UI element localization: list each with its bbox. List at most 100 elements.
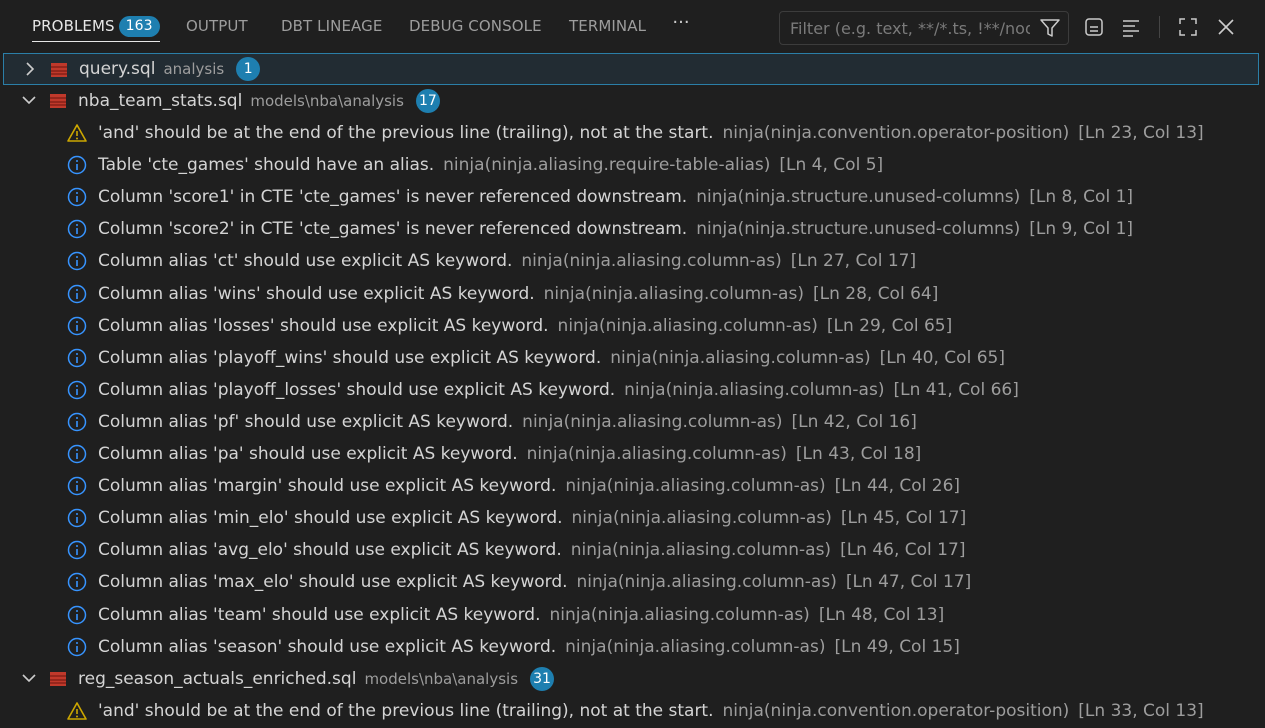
- file-label: nba_team_stats.sql models\nba\analysis 17: [78, 89, 440, 113]
- file-path: models\nba\analysis: [364, 670, 519, 688]
- tab-debug-console-label: DEBUG CONSOLE: [409, 17, 542, 35]
- problem-message: Column alias 'min_elo' should use explic…: [98, 508, 563, 529]
- problem-row[interactable]: Table 'cte_games' should have an alias. n…: [0, 149, 1265, 181]
- info-icon: [67, 348, 87, 368]
- tab-dbt-lineage-label: DBT LINEAGE: [281, 17, 383, 35]
- problem-text: 'and' should be at the end of the previo…: [98, 123, 1204, 143]
- file-row-query-sql[interactable]: query.sql analysis 1: [3, 53, 1259, 85]
- view-as-list-icon[interactable]: [1119, 15, 1143, 39]
- problem-row[interactable]: Column alias 'season' should use explici…: [0, 631, 1265, 663]
- problem-row[interactable]: Column alias 'margin' should use explici…: [0, 470, 1265, 502]
- file-path: models\nba\analysis: [250, 92, 404, 110]
- tab-output-label: OUTPUT: [186, 17, 248, 35]
- problem-row[interactable]: Column alias 'wins' should use explicit …: [0, 278, 1265, 310]
- database-file-icon: [49, 60, 69, 80]
- problem-location: [Ln 44, Col 26]: [834, 476, 961, 497]
- chevron-down-icon[interactable]: [21, 92, 37, 108]
- problem-location: [Ln 8, Col 1]: [1029, 187, 1134, 208]
- file-name: nba_team_stats.sql: [78, 91, 243, 111]
- problem-location: [Ln 42, Col 16]: [791, 411, 917, 432]
- tab-output[interactable]: OUTPUT: [186, 0, 248, 52]
- problem-row[interactable]: Column alias 'playoff_wins' should use e…: [0, 342, 1265, 374]
- problem-source: ninja(ninja.aliasing.column-as): [565, 476, 826, 497]
- problem-location: [Ln 40, Col 65]: [879, 347, 1005, 368]
- file-problem-count: 31: [530, 667, 555, 691]
- info-icon: [67, 251, 87, 271]
- more-actions-icon[interactable]: ···: [670, 14, 692, 36]
- problem-text: Column alias 'min_elo' should use explic…: [98, 508, 966, 528]
- warning-icon: [67, 123, 87, 143]
- problem-source: ninja(ninja.convention.operator-position…: [722, 701, 1070, 721]
- tab-problems[interactable]: PROBLEMS 163: [32, 0, 160, 52]
- file-row-nba-team-stats-sql[interactable]: nba_team_stats.sql models\nba\analysis 17: [0, 85, 1265, 117]
- file-row-reg-season-actuals-enriched-sql[interactable]: reg_season_actuals_enriched.sql models\nb…: [0, 663, 1265, 695]
- problem-row[interactable]: Column alias 'pf' should use explicit AS…: [0, 406, 1265, 438]
- problem-row[interactable]: Column alias 'min_elo' should use explic…: [0, 502, 1265, 534]
- problem-message: Column alias 'wins' should use explicit …: [98, 283, 535, 304]
- tab-terminal[interactable]: TERMINAL: [569, 0, 646, 52]
- problem-source: ninja(ninja.structure.unused-columns): [696, 219, 1021, 240]
- problem-row[interactable]: Column alias 'ct' should use explicit AS…: [0, 245, 1265, 277]
- problem-message: Column alias 'playoff_losses' should use…: [98, 379, 616, 400]
- problem-source: ninja(ninja.aliasing.require-table-alias…: [443, 155, 771, 176]
- info-icon: [67, 605, 87, 625]
- problem-text: Column alias 'avg_elo' should use explic…: [98, 540, 965, 560]
- problem-message: Column alias 'team' should use explicit …: [98, 604, 541, 625]
- info-icon: [67, 219, 87, 239]
- problem-row[interactable]: Column 'score2' in CTE 'cte_games' is ne…: [0, 213, 1265, 245]
- problem-message: Column alias 'losses' should use explici…: [98, 315, 549, 336]
- chevron-down-icon[interactable]: [21, 670, 37, 686]
- problem-text: Column alias 'team' should use explicit …: [98, 605, 944, 625]
- problem-location: [Ln 49, Col 15]: [834, 636, 960, 657]
- problem-message: Column 'score2' in CTE 'cte_games' is ne…: [98, 219, 688, 240]
- problem-message: 'and' should be at the end of the previo…: [98, 701, 714, 721]
- info-icon: [67, 155, 87, 175]
- problem-text: Column alias 'ct' should use explicit AS…: [98, 251, 916, 271]
- tab-problems-label: PROBLEMS: [32, 17, 115, 35]
- problem-row[interactable]: Column alias 'pa' should use explicit AS…: [0, 438, 1265, 470]
- filter-icon[interactable]: [1038, 16, 1062, 40]
- collapse-all-icon[interactable]: [1082, 15, 1106, 39]
- problem-source: ninja(ninja.aliasing.column-as): [571, 508, 832, 529]
- problem-text: Column 'score1' in CTE 'cte_games' is ne…: [98, 187, 1133, 207]
- file-label: reg_season_actuals_enriched.sql models\nb…: [78, 667, 555, 691]
- chevron-right-icon[interactable]: [22, 61, 38, 77]
- problem-source: ninja(ninja.convention.operator-position…: [722, 123, 1070, 143]
- problem-row[interactable]: Column 'score1' in CTE 'cte_games' is ne…: [0, 181, 1265, 213]
- problem-source: ninja(ninja.aliasing.column-as): [521, 251, 782, 272]
- info-icon: [67, 284, 87, 304]
- problem-row[interactable]: Column alias 'team' should use explicit …: [0, 599, 1265, 631]
- problems-count-badge: 163: [118, 15, 160, 37]
- problem-text: Column alias 'playoff_wins' should use e…: [98, 348, 1005, 368]
- problem-message: Table 'cte_games' should have an alias.: [98, 155, 435, 176]
- problem-text: Column alias 'max_elo' should use explic…: [98, 572, 971, 592]
- problem-message: Column alias 'ct' should use explicit AS…: [98, 251, 513, 272]
- problem-message: Column alias 'season' should use explici…: [98, 636, 557, 657]
- problem-message: 'and' should be at the end of the previo…: [98, 123, 714, 143]
- problem-row[interactable]: Column alias 'playoff_losses' should use…: [0, 374, 1265, 406]
- problem-text: Column alias 'wins' should use explicit …: [98, 284, 938, 304]
- problem-row[interactable]: 'and' should be at the end of the previo…: [0, 695, 1265, 727]
- problem-row[interactable]: Column alias 'losses' should use explici…: [0, 310, 1265, 342]
- problem-source: ninja(ninja.aliasing.column-as): [624, 379, 885, 400]
- problem-row[interactable]: Column alias 'avg_elo' should use explic…: [0, 534, 1265, 566]
- filter-box: [779, 11, 1069, 45]
- info-icon: [67, 316, 87, 336]
- problem-location: [Ln 46, Col 17]: [840, 540, 966, 561]
- problem-source: ninja(ninja.aliasing.column-as): [610, 347, 871, 368]
- problem-location: [Ln 48, Col 13]: [818, 604, 945, 625]
- tab-dbt-lineage[interactable]: DBT LINEAGE: [281, 0, 382, 52]
- problem-row[interactable]: 'and' should be at the end of the previo…: [0, 117, 1265, 149]
- filter-input[interactable]: [790, 12, 1030, 44]
- maximize-panel-icon[interactable]: [1176, 15, 1200, 39]
- tab-debug-console[interactable]: DEBUG CONSOLE: [409, 0, 542, 52]
- problem-text: Column alias 'pf' should use explicit AS…: [98, 412, 917, 432]
- problem-location: [Ln 29, Col 65]: [826, 315, 953, 336]
- info-icon: [67, 476, 87, 496]
- problem-source: ninja(ninja.aliasing.column-as): [565, 636, 826, 657]
- info-icon: [67, 637, 87, 657]
- info-icon: [67, 380, 87, 400]
- close-panel-icon[interactable]: [1214, 15, 1238, 39]
- problem-row[interactable]: Column alias 'max_elo' should use explic…: [0, 566, 1265, 598]
- problem-message: Column alias 'pf' should use explicit AS…: [98, 411, 514, 432]
